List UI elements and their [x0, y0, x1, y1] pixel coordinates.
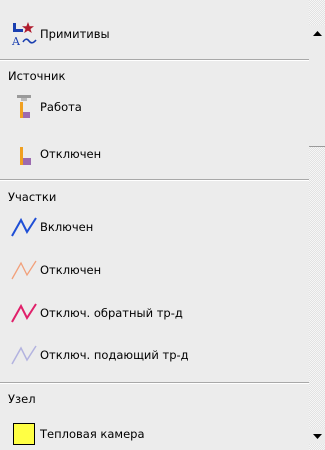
divider — [0, 382, 309, 384]
divider — [0, 59, 309, 61]
primitives-panel: A Примитивы Источник Работа Отключен Уча… — [0, 0, 309, 450]
source-working-label: Работа — [40, 100, 82, 114]
segment-return-off-icon — [10, 299, 38, 327]
vertical-scrollbar[interactable] — [309, 0, 325, 450]
primitives-label: Примитивы — [40, 27, 110, 41]
section-header-segments: Участки — [8, 190, 57, 204]
segment-on-item[interactable]: Включен — [0, 213, 309, 241]
section-header-source: Источник — [8, 69, 66, 83]
segment-supply-off-label: Отключ. подающий тр-д — [40, 348, 189, 362]
segment-off-label: Отключен — [40, 263, 102, 277]
scroll-down-button[interactable] — [309, 428, 325, 444]
segment-off-icon — [10, 256, 38, 284]
segment-off-item[interactable]: Отключен — [0, 256, 309, 284]
primitives-item[interactable]: A Примитивы — [0, 20, 309, 48]
divider — [0, 179, 309, 181]
segment-on-label: Включен — [40, 220, 94, 234]
segment-supply-off-item[interactable]: Отключ. подающий тр-д — [0, 341, 309, 369]
heat-chamber-label: Тепловая камера — [40, 427, 145, 441]
source-disabled-label: Отключен — [40, 147, 102, 161]
primitives-icon: A — [10, 20, 38, 48]
heat-chamber-item[interactable]: Тепловая камера — [0, 420, 309, 448]
arrow-up-icon — [312, 30, 322, 36]
segment-return-off-item[interactable]: Отключ. обратный тр-д — [0, 299, 309, 327]
svg-text:A: A — [11, 35, 21, 47]
source-working-icon — [10, 93, 38, 121]
segment-return-off-label: Отключ. обратный тр-д — [40, 306, 183, 320]
segment-on-icon — [10, 213, 38, 241]
arrow-down-icon — [312, 433, 322, 439]
source-disabled-icon — [10, 140, 38, 168]
scroll-up-button[interactable] — [309, 25, 325, 41]
source-disabled-item[interactable]: Отключен — [0, 140, 309, 168]
source-working-item[interactable]: Работа — [0, 93, 309, 121]
heat-chamber-icon — [10, 420, 38, 448]
scroll-thumb[interactable] — [309, 41, 325, 147]
segment-supply-off-icon — [10, 341, 38, 369]
section-header-node: Узел — [8, 392, 36, 406]
